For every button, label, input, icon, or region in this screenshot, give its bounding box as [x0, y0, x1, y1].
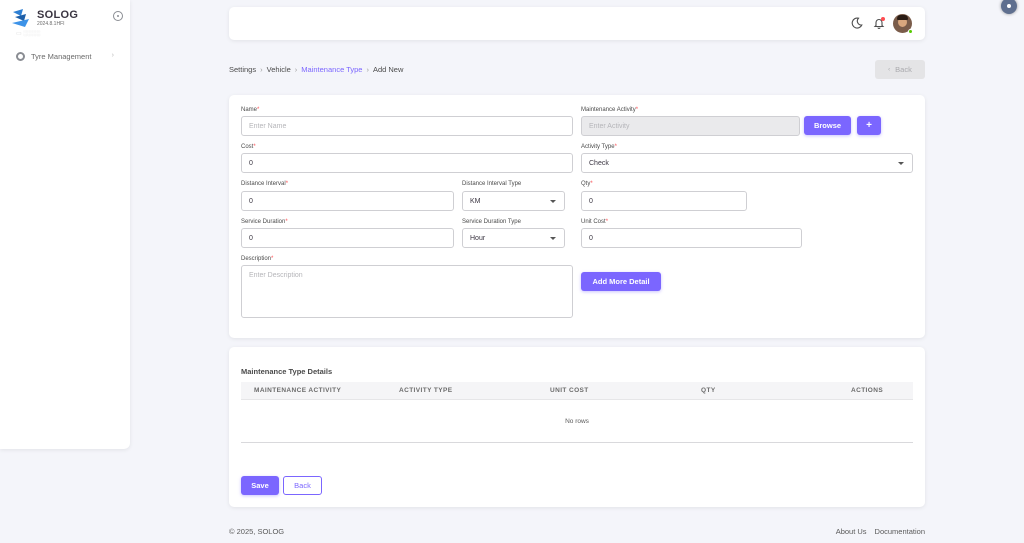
theme-toggle-icon[interactable]	[851, 17, 863, 29]
maintenance-activity-label: Maintenance Activity*	[581, 107, 639, 113]
name-label: Name*	[241, 107, 260, 113]
back-button-top[interactable]: ‹ Back	[875, 60, 925, 79]
solog-logo-icon	[12, 9, 29, 27]
service-duration-input[interactable]: 0	[241, 228, 454, 248]
breadcrumb-add-new: Add New	[372, 65, 404, 74]
sidebar-collapse-icon[interactable]	[113, 11, 123, 21]
maintenance-type-details: Maintenance Type Details MAINTENANCE ACT…	[229, 347, 925, 507]
add-activity-button[interactable]: +	[857, 116, 881, 135]
service-duration-label: Service Duration*	[241, 219, 288, 225]
sidebar-item-label: Tyre Management	[31, 51, 92, 61]
floating-widget-icon[interactable]	[1001, 0, 1017, 14]
cost-label: Cost*	[241, 144, 256, 150]
notification-badge	[881, 17, 885, 21]
breadcrumb-vehicle[interactable]: Vehicle	[267, 65, 291, 74]
distance-interval-input[interactable]: 0	[241, 191, 454, 211]
qty-input[interactable]: 0	[581, 191, 747, 211]
brand-version: 2024.8.1HFI	[37, 21, 65, 27]
notifications-button[interactable]	[873, 17, 885, 29]
footer-link-documentation[interactable]: Documentation	[875, 527, 925, 536]
activity-type-label: Activity Type*	[581, 144, 617, 150]
column-maintenance-activity: MAINTENANCE ACTIVITY	[254, 387, 342, 394]
back-button-label: Back	[895, 65, 912, 74]
description-textarea[interactable]: Enter Description	[241, 265, 573, 318]
chevron-right-icon: ›	[111, 52, 114, 59]
table-body: No rows	[241, 400, 913, 443]
service-duration-type-select[interactable]: Hour	[462, 228, 565, 248]
online-status-indicator	[908, 29, 913, 34]
column-activity-type: ACTIVITY TYPE	[399, 387, 453, 394]
sidebar: SOLOG 2024.8.1HFI ▭ ░░░░ Tyre Management…	[0, 0, 130, 449]
breadcrumb-maintenance-type[interactable]: Maintenance Type	[301, 65, 362, 74]
activity-type-select[interactable]: Check	[581, 153, 913, 173]
name-input[interactable]: Enter Name	[241, 116, 573, 136]
footer-copyright: © 2025, SOLOG	[229, 527, 285, 536]
chevron-left-icon: ‹	[888, 66, 891, 73]
footer-link-about[interactable]: About Us	[836, 527, 867, 536]
save-button[interactable]: Save	[241, 476, 279, 495]
tyre-icon	[16, 51, 25, 61]
qty-label: Qty*	[581, 181, 593, 187]
maintenance-activity-input[interactable]: Enter Activity	[581, 116, 800, 136]
distance-interval-type-label: Distance Interval Type	[462, 181, 522, 187]
add-more-detail-button[interactable]: Add More Detail	[581, 272, 661, 291]
cost-input[interactable]: 0	[241, 153, 573, 173]
chevron-right-icon: ›	[294, 65, 298, 74]
chevron-right-icon: ›	[260, 65, 263, 74]
column-unit-cost: UNIT COST	[550, 387, 589, 394]
distance-interval-type-select[interactable]: KM	[462, 191, 565, 211]
browse-button[interactable]: Browse	[804, 116, 851, 135]
sidebar-item-tyre-management[interactable]: Tyre Management ›	[12, 49, 118, 63]
breadcrumb: Settings › Vehicle › Maintenance Type › …	[229, 65, 403, 74]
breadcrumb-settings[interactable]: Settings	[229, 65, 256, 74]
column-actions: ACTIONS	[851, 387, 884, 394]
footer-links: About Us Documentation	[836, 527, 925, 536]
empty-state-text: No rows	[565, 417, 589, 425]
brand-name: SOLOG	[37, 9, 79, 21]
brand[interactable]: SOLOG 2024.8.1HFI	[11, 8, 78, 28]
table-header: MAINTENANCE ACTIVITY ACTIVITY TYPE UNIT …	[241, 382, 913, 400]
unit-cost-input[interactable]: 0	[581, 228, 802, 248]
details-title: Maintenance Type Details	[241, 367, 333, 376]
scrolled-menu-item[interactable]: ▭ ░░░░	[16, 30, 76, 38]
chevron-right-icon: ›	[366, 65, 369, 74]
top-navbar	[229, 7, 925, 40]
description-label: Description*	[241, 256, 274, 262]
back-button[interactable]: Back	[283, 476, 322, 495]
maintenance-type-form: Name* Enter Name Maintenance Activity* E…	[229, 95, 925, 338]
unit-cost-label: Unit Cost*	[581, 219, 609, 225]
distance-interval-label: Distance Interval*	[241, 181, 289, 187]
column-qty: QTY	[701, 387, 716, 394]
service-duration-type-label: Service Duration Type	[462, 219, 521, 225]
